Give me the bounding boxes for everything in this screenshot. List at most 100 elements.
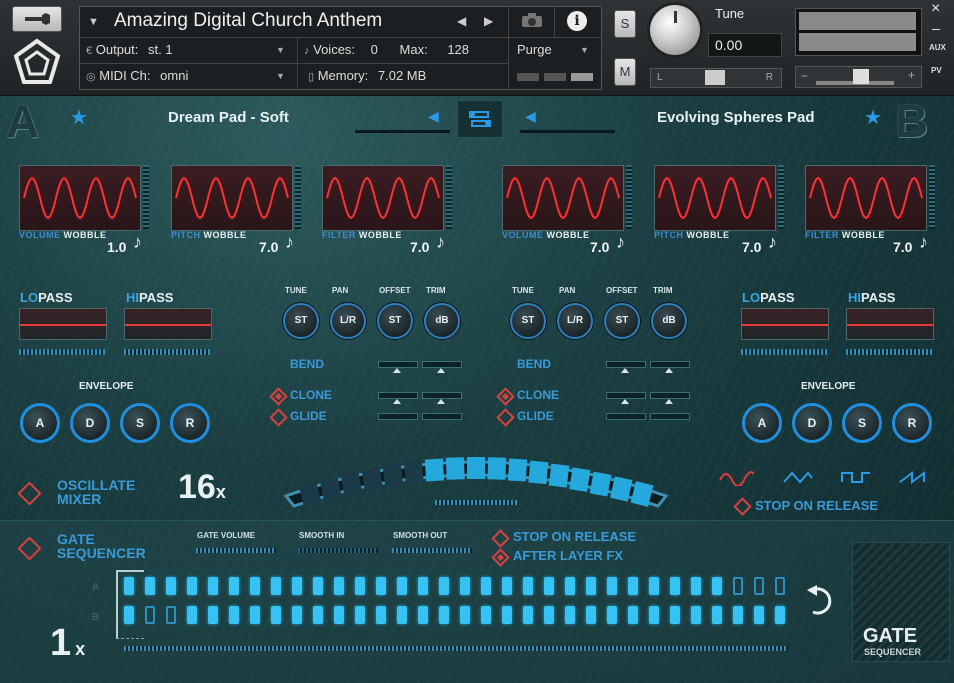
- layer-a-envelope-knob-d[interactable]: D: [70, 403, 110, 443]
- layer-a-lopass-display[interactable]: [19, 308, 107, 340]
- layer-b-favorite-star-icon[interactable]: ★: [864, 105, 882, 130]
- gate-step[interactable]: [355, 577, 365, 595]
- gate-step[interactable]: [418, 606, 428, 624]
- gate-step[interactable]: [460, 606, 470, 624]
- layer-b-volume-slider[interactable]: [520, 130, 615, 133]
- gate-step[interactable]: [439, 606, 449, 624]
- gate-step[interactable]: [628, 577, 638, 595]
- gate-step[interactable]: [397, 606, 407, 624]
- camera-icon[interactable]: [521, 12, 543, 28]
- layer-a-knob-3[interactable]: ST: [377, 303, 413, 339]
- gate-step[interactable]: [586, 577, 596, 595]
- gate-step[interactable]: [544, 577, 554, 595]
- volume-slider[interactable]: − +: [795, 66, 922, 88]
- pan-handle[interactable]: [705, 70, 725, 85]
- gate-step[interactable]: [481, 606, 491, 624]
- wrench-button[interactable]: [12, 6, 62, 32]
- gate-step[interactable]: [775, 606, 785, 624]
- layer-a-knob-2[interactable]: L/R: [330, 303, 366, 339]
- mixer-rate-readout[interactable]: 16x: [178, 468, 226, 507]
- mixer-arc-slider[interactable]: [282, 436, 670, 508]
- layer-a-wobble-display-1[interactable]: [19, 165, 141, 231]
- prev-instrument-icon[interactable]: ◀: [457, 14, 466, 28]
- layer-b-envelope-knob-a[interactable]: A: [742, 403, 782, 443]
- pv-button[interactable]: PV: [931, 66, 942, 75]
- gate-step[interactable]: [733, 606, 743, 624]
- gate-step[interactable]: [313, 577, 323, 595]
- gate-step[interactable]: [145, 577, 155, 595]
- gate-position-bar[interactable]: [124, 646, 788, 651]
- gate-step[interactable]: [208, 606, 218, 624]
- midi-channel-selector[interactable]: ◎ MIDI Ch: omni: [86, 68, 188, 83]
- layer-b-envelope-knob-s[interactable]: S: [842, 403, 882, 443]
- layer-a-knob-4[interactable]: dB: [424, 303, 460, 339]
- aux-button[interactable]: AUX: [929, 43, 946, 52]
- purge-menu[interactable]: Purge: [517, 42, 552, 57]
- waveform-triangle-icon[interactable]: [782, 470, 814, 491]
- layer-b-glide-slider-2[interactable]: [650, 413, 690, 420]
- gate-step[interactable]: [229, 606, 239, 624]
- gate-step[interactable]: [124, 577, 134, 595]
- layer-b-wobble-sync-note-icon-3[interactable]: ♪: [919, 232, 928, 253]
- gate-step[interactable]: [166, 577, 176, 595]
- gate-step[interactable]: [649, 577, 659, 595]
- layer-b-clone-slider-1[interactable]: [606, 392, 646, 404]
- layer-b-volume-icon[interactable]: ◀: [525, 108, 536, 125]
- layer-a-lopass-slider[interactable]: [19, 349, 105, 355]
- layer-a-bend-slider-1[interactable]: [378, 361, 418, 373]
- gate-step[interactable]: [208, 577, 218, 595]
- waveform-sine-icon[interactable]: [718, 470, 755, 491]
- layer-b-knob-2[interactable]: L/R: [557, 303, 593, 339]
- layer-b-wobble-display-2[interactable]: [654, 165, 776, 231]
- layer-a-wobble-display-2[interactable]: [171, 165, 293, 231]
- gate-step[interactable]: [166, 606, 176, 624]
- layer-a-volume-icon[interactable]: ◀: [428, 108, 439, 125]
- tune-knob[interactable]: [650, 5, 700, 55]
- layer-b-wobble-sync-note-icon-1[interactable]: ♪: [616, 232, 625, 253]
- gate-step[interactable]: [334, 577, 344, 595]
- max-voices-value[interactable]: 128: [447, 42, 469, 57]
- tune-value-field[interactable]: 0.00: [708, 33, 782, 57]
- gate-step[interactable]: [187, 577, 197, 595]
- gate-step[interactable]: [460, 577, 470, 595]
- layer-a-glide-slider-2[interactable]: [422, 413, 462, 420]
- gate-step[interactable]: [481, 577, 491, 595]
- layer-a-clone-toggle[interactable]: [269, 387, 288, 406]
- layer-a-glide-toggle[interactable]: [269, 408, 288, 427]
- layer-a-wobble-sync-note-icon-3[interactable]: ♪: [436, 232, 445, 253]
- layer-b-wobble-display-3[interactable]: [805, 165, 927, 231]
- instrument-menu-arrow-icon[interactable]: ▼: [88, 16, 99, 28]
- layer-b-glide-toggle[interactable]: [496, 408, 515, 427]
- gate-step[interactable]: [313, 606, 323, 624]
- gate-step[interactable]: [229, 577, 239, 595]
- gate-step[interactable]: [397, 577, 407, 595]
- layer-a-envelope-knob-s[interactable]: S: [120, 403, 160, 443]
- gate-step[interactable]: [607, 606, 617, 624]
- layer-b-clone-toggle[interactable]: [496, 387, 515, 406]
- gate-volume-slider[interactable]: [196, 548, 276, 553]
- layer-b-preset-name[interactable]: Evolving Spheres Pad: [657, 109, 815, 126]
- gate-step[interactable]: [754, 606, 764, 624]
- gate-step[interactable]: [376, 606, 386, 624]
- layer-b-hipass-display[interactable]: [846, 308, 934, 340]
- gate-step[interactable]: [292, 577, 302, 595]
- solo-button[interactable]: S: [614, 10, 636, 38]
- layer-b-lopass-display[interactable]: [741, 308, 829, 340]
- gate-step[interactable]: [334, 606, 344, 624]
- layer-a-bend-slider-2[interactable]: [422, 361, 462, 373]
- gate-step[interactable]: [670, 606, 680, 624]
- volume-handle[interactable]: [853, 69, 869, 84]
- layer-a-wobble-sync-note-icon-2[interactable]: ♪: [285, 232, 294, 253]
- layer-a-wobble-display-3[interactable]: [322, 165, 444, 231]
- gate-step[interactable]: [691, 577, 701, 595]
- gate-step[interactable]: [733, 577, 743, 595]
- gate-step[interactable]: [775, 577, 785, 595]
- gate-step[interactable]: [628, 606, 638, 624]
- layer-a-wobble-value-2[interactable]: 7.0: [259, 239, 278, 255]
- gate-step[interactable]: [586, 606, 596, 624]
- layer-b-wobble-sync-note-icon-2[interactable]: ♪: [768, 232, 777, 253]
- layer-a-knob-1[interactable]: ST: [283, 303, 319, 339]
- layer-a-clone-slider-2[interactable]: [422, 392, 462, 404]
- gate-step[interactable]: [691, 606, 701, 624]
- gate-loop-icon[interactable]: [805, 584, 833, 618]
